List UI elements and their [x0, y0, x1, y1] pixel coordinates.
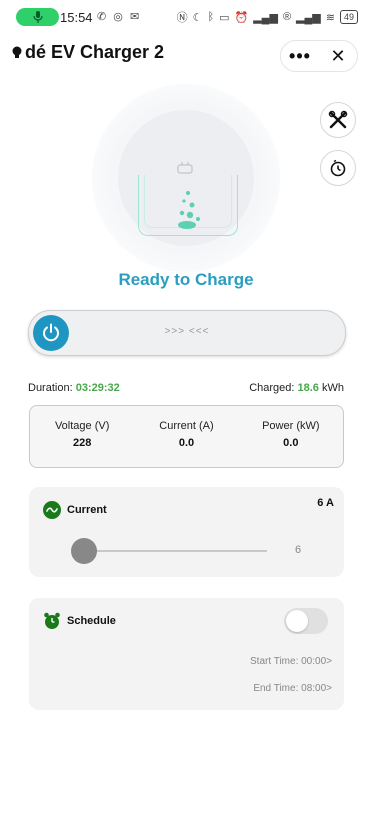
status-bar: 15:54 ✆ ◎ ✉ Ⓝ ☾ ᛒ ▭ ⏰ ▂▄▆ ® ▂▄▆ ≋ 49 [0, 0, 372, 34]
alarm-clock-icon [44, 612, 60, 629]
wifi-icon: ≋ [325, 11, 335, 24]
nfc-icon: Ⓝ [176, 12, 188, 24]
metrics-panel: Voltage (V) 228 Current (A) 0.0 Power (k… [29, 405, 344, 468]
charged-value: 18.6 [297, 382, 319, 394]
call-icon: ✆ [97, 11, 109, 23]
metric-power: Power (kW) 0.0 [239, 406, 343, 467]
start-time[interactable]: Start Time: 00:00> [250, 656, 332, 667]
plug-icon [177, 162, 193, 174]
timer-icon [330, 159, 346, 177]
more-button[interactable]: ••• [281, 41, 319, 71]
metric-voltage: Voltage (V) 228 [30, 406, 134, 467]
charged-unit: kWh [322, 382, 344, 394]
duration-label: Duration: [28, 382, 73, 394]
metric-value: 0.0 [178, 437, 195, 449]
header: dé EV Charger 2 ••• ✕ [0, 38, 372, 74]
current-slider-thumb[interactable] [71, 538, 97, 564]
mic-indicator [16, 8, 59, 26]
charger-visual [0, 80, 372, 272]
current-slider-value: 6 [295, 544, 302, 556]
signal-icon: ▂▄▆ [253, 11, 278, 24]
whatsapp-icon: ◎ [113, 11, 125, 23]
page-title: dé EV Charger 2 [12, 42, 164, 63]
metric-current: Current (A) 0.0 [134, 406, 238, 467]
duration: Duration: 03:29:32 [28, 382, 120, 394]
metric-value: 228 [72, 437, 92, 449]
schedule-toggle[interactable] [284, 608, 328, 634]
signal-icon: ▂▄▆ [296, 11, 321, 24]
current-title-text: Current [67, 504, 107, 516]
bluetooth-icon: ᛒ [207, 11, 215, 23]
wave-icon [43, 501, 61, 519]
toggle-knob [286, 610, 308, 632]
metric-label: Current (A) [159, 420, 214, 432]
mini-program-capsule: ••• ✕ [280, 40, 358, 72]
moon-icon: ☾ [192, 11, 203, 24]
registered-icon: ® [282, 11, 292, 23]
battery-icon: 49 [339, 10, 358, 24]
metric-label: Voltage (V) [54, 420, 110, 432]
vibrate-icon: ▭ [219, 11, 230, 24]
clock: 15:54 [60, 10, 93, 25]
mail-icon: ✉ [129, 11, 142, 23]
power-slide-bar[interactable]: >>> <<< [28, 310, 346, 356]
page-title-text: dé EV Charger 2 [25, 42, 165, 62]
mic-icon [32, 11, 43, 23]
slide-hint: >>> <<< [164, 326, 210, 337]
bubbles-icon [178, 191, 200, 229]
system-icons: Ⓝ ☾ ᛒ ▭ ⏰ ▂▄▆ ® ▂▄▆ ≋ 49 [177, 9, 358, 25]
metric-value: 0.0 [283, 437, 299, 449]
settings-tools-button[interactable] [320, 102, 356, 138]
current-card-title: Current [43, 501, 107, 519]
current-card: Current 6 A 6 [29, 487, 344, 577]
notification-icons: ✆ ◎ ✉ [97, 10, 141, 23]
current-slider-track[interactable] [85, 550, 267, 552]
bulb-icon [12, 46, 22, 58]
charged-label: Charged: [249, 382, 295, 394]
schedule-card: Schedule Start Time: 00:00> End Time: 08… [29, 598, 344, 710]
charge-status: Ready to Charge [118, 270, 254, 289]
close-button[interactable]: ✕ [319, 41, 357, 71]
charged: Charged: 18.6 kWh [249, 382, 344, 394]
metric-label: Power (kW) [262, 420, 320, 432]
duration-value: 03:29:32 [75, 382, 120, 394]
alarm-icon: ⏰ [234, 11, 249, 24]
schedule-card-title: Schedule [43, 612, 116, 630]
timer-button[interactable] [320, 150, 356, 186]
current-amp-value: 6 A [317, 497, 334, 509]
end-time[interactable]: End Time: 08:00> [253, 683, 332, 694]
tools-icon [328, 110, 348, 129]
schedule-title-text: Schedule [67, 615, 116, 627]
